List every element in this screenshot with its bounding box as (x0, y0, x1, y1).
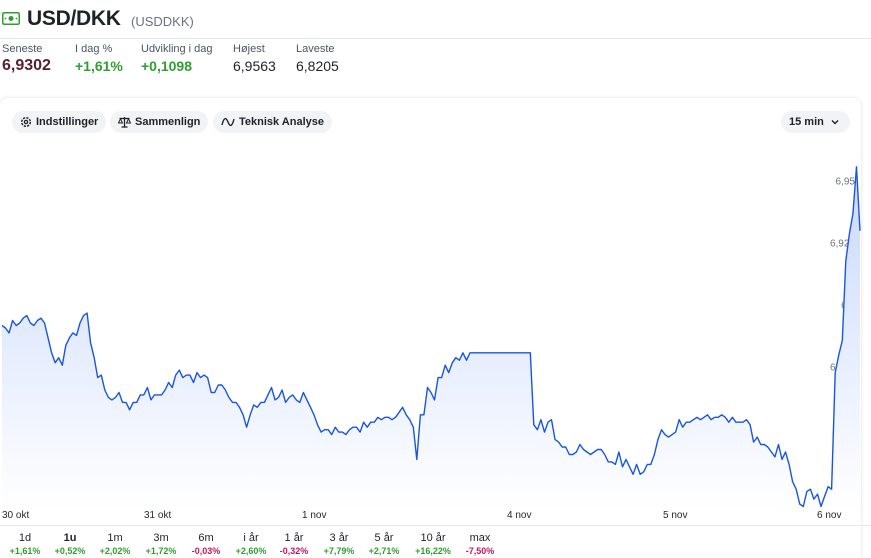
stat-label: Udvikling i dag (141, 43, 213, 55)
stat-value: 6,9302 (2, 57, 51, 74)
period-change: +7,79% (323, 546, 355, 556)
period-3m[interactable]: 3m +1,72% (136, 532, 186, 556)
x-tick-label: 6 nov (817, 510, 842, 521)
stat-low: Laveste 6,8205 (296, 43, 339, 74)
period-change: +0,52% (54, 546, 86, 556)
stat-label: Laveste (296, 43, 335, 55)
period-1-år[interactable]: 1 år -0,32% (269, 532, 319, 556)
period-change: +1,61% (9, 546, 41, 556)
x-tick-label: 4 nov (507, 510, 532, 521)
period-change: -7,50% (465, 546, 495, 556)
instrument-title: USD/DKK (27, 7, 121, 30)
period-change: +16,22% (415, 546, 451, 556)
x-tick-label: 31 okt (144, 510, 172, 521)
interval-select[interactable]: 15 min (781, 111, 850, 133)
period-label: max (469, 532, 491, 544)
y-tick-label: 6,95 (836, 177, 856, 188)
period-label: 1u (63, 532, 77, 544)
period-3-år[interactable]: 3 år +7,79% (314, 532, 364, 556)
settings-button[interactable]: Indstillinger (12, 111, 107, 133)
compare-label: Sammenlign (135, 116, 201, 128)
stat-value: +0,1098 (141, 58, 192, 74)
period-label: 3m (153, 532, 169, 544)
period-1m[interactable]: 1m +2,02% (90, 532, 140, 556)
price-chart[interactable]: 6,956,9256,96,8756,856,825 (0, 140, 871, 510)
x-axis-labels: 30 okt 31 okt 1 nov 4 nov 5 nov 6 nov (0, 510, 871, 524)
period-label: 3 år (329, 532, 349, 544)
technical-analysis-label: Teknisk Analyse (239, 116, 324, 128)
period-change: +2,02% (99, 546, 131, 556)
stat-label: I dag % (75, 43, 113, 55)
period-change: -0,03% (191, 546, 221, 556)
interval-label: 15 min (789, 116, 824, 128)
period-change: +1,72% (145, 546, 177, 556)
stat-value: +1,61% (75, 58, 123, 74)
period-label: 1d (18, 532, 32, 544)
period-change: -0,32% (279, 546, 309, 556)
stat-today-percent: I dag % +1,61% (75, 43, 123, 74)
chart-toolbar: Indstillinger Sammenlign Teknisk Analyse… (12, 111, 861, 133)
scale-icon (118, 117, 131, 128)
stat-latest: Seneste 6,9302 (2, 43, 51, 75)
stat-label: Seneste (2, 43, 43, 55)
compare-button[interactable]: Sammenlign (110, 111, 209, 133)
stat-value: 6,8205 (296, 58, 339, 74)
page-header: USD/DKK (USDDKK) (0, 0, 871, 39)
gear-icon (20, 116, 32, 128)
period-label: 10 år (420, 532, 446, 544)
stat-today-change: Udvikling i dag +0,1098 (141, 43, 213, 74)
stat-value: 6,9563 (233, 58, 276, 74)
period-5-år[interactable]: 5 år +2,71% (359, 532, 409, 556)
technical-analysis-button[interactable]: Teknisk Analyse (213, 111, 332, 133)
stat-high: Højest 6,9563 (233, 43, 276, 74)
period-max[interactable]: max -7,50% (455, 532, 505, 556)
period-1d[interactable]: 1d +1,61% (0, 532, 50, 556)
period-change: +2,71% (368, 546, 400, 556)
period-label: 1m (107, 532, 123, 544)
period-6m[interactable]: 6m -0,03% (181, 532, 231, 556)
period-10-år[interactable]: 10 år +16,22% (408, 532, 458, 556)
x-tick-label: 30 okt (2, 510, 30, 521)
x-tick-label: 1 nov (302, 510, 327, 521)
price-area (2, 166, 860, 510)
period-1u[interactable]: 1u +0,52% (45, 532, 95, 556)
money-icon (2, 12, 20, 25)
x-tick-label: 5 nov (663, 510, 688, 521)
period-selector: 1d +1,61% 1u +0,52% 1m +2,02% 3m +1,72% 6m -0,03%… (0, 525, 871, 558)
period-label: 5 år (374, 532, 394, 544)
stat-label: Højest (233, 43, 265, 55)
period-label: 1 år (284, 532, 304, 544)
period-label: 6m (198, 532, 214, 544)
trend-line-icon (221, 117, 235, 127)
instrument-ticker: (USDDKK) (131, 14, 194, 29)
settings-label: Indstillinger (36, 116, 99, 128)
chevron-down-icon (831, 120, 839, 125)
